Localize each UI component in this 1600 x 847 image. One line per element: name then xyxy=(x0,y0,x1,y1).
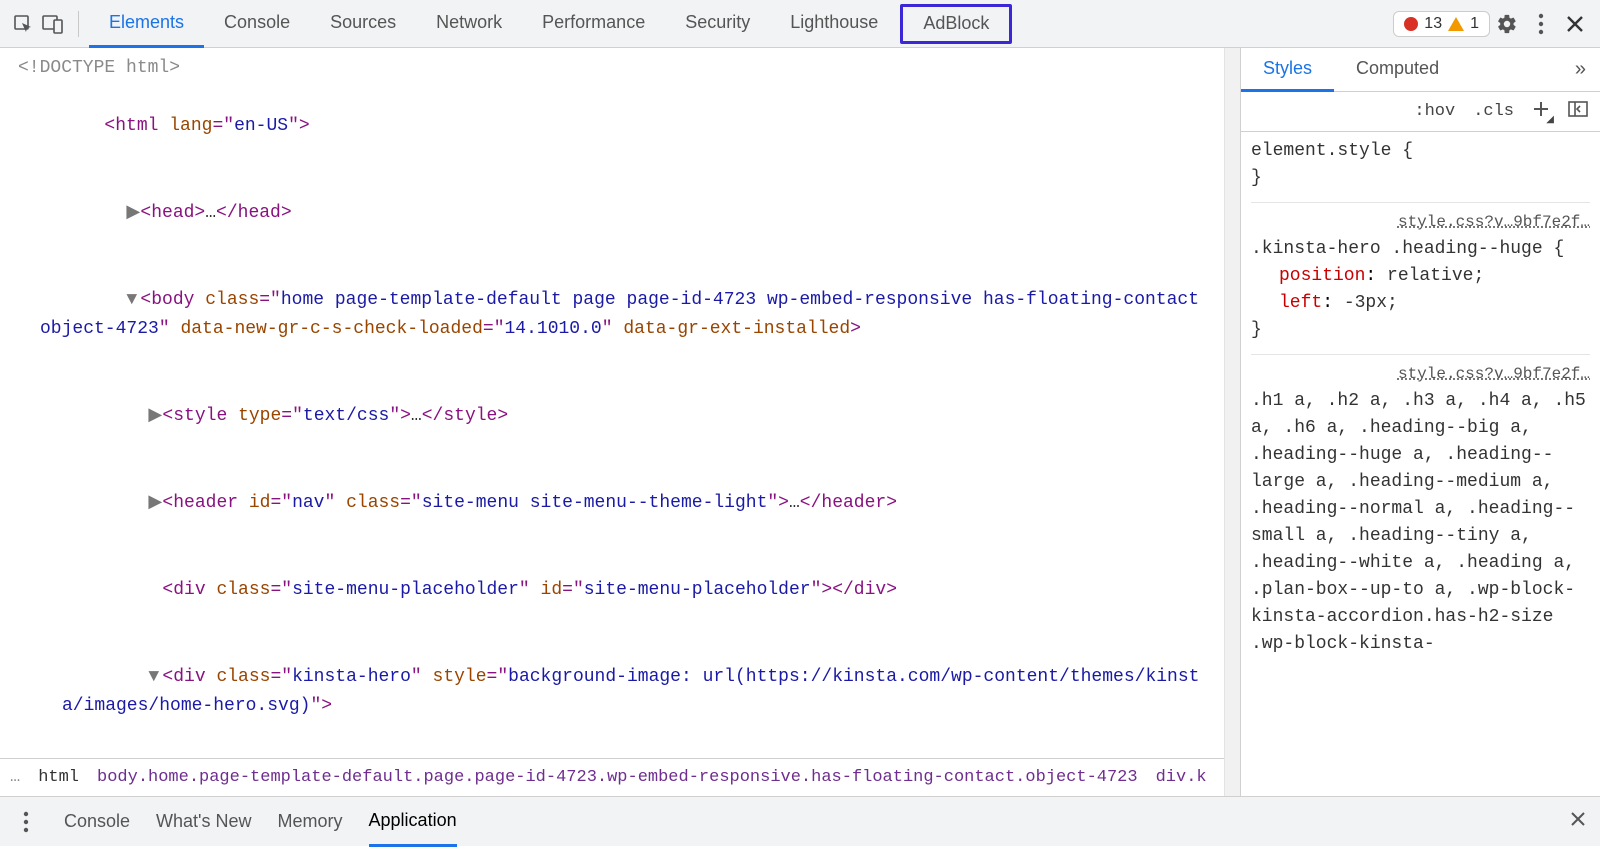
styles-rules[interactable]: element.style { } style.css?v…9bf7e2f… .… xyxy=(1241,132,1600,796)
crumb-item[interactable]: html xyxy=(38,768,79,787)
rule-close: } xyxy=(1251,165,1590,192)
close-devtools-icon[interactable] xyxy=(1558,7,1592,41)
main-split: <!DOCTYPE html> <html lang="en-US"> ▶<he… xyxy=(0,48,1600,796)
issue-counter[interactable]: 13 1 xyxy=(1393,11,1490,37)
drawer-tab-whatsnew[interactable]: What's New xyxy=(156,811,251,832)
rule-close: } xyxy=(1251,317,1590,344)
cls-toggle[interactable]: .cls xyxy=(1473,102,1514,121)
crumb-overflow-icon[interactable]: … xyxy=(10,768,20,787)
side-tabs: Styles Computed » xyxy=(1241,48,1600,92)
rule-source[interactable]: style.css?v…9bf7e2f… xyxy=(1251,209,1590,236)
elements-panel: <!DOCTYPE html> <html lang="en-US"> ▶<he… xyxy=(0,48,1224,796)
settings-icon[interactable] xyxy=(1490,7,1524,41)
toggle-sidebar-icon[interactable] xyxy=(1568,101,1588,123)
crumb-item[interactable]: body.home.page-template-default.page.pag… xyxy=(97,768,1138,787)
tab-console[interactable]: Console xyxy=(204,0,310,48)
styles-toolbar: :hov .cls ◢ xyxy=(1241,92,1600,132)
tab-security[interactable]: Security xyxy=(665,0,770,48)
rule-selector: .h1 a, .h2 a, .h3 a, .h4 a, .h5 a, .h6 a… xyxy=(1251,388,1590,658)
head-node[interactable]: ▶<head>…</head> xyxy=(18,170,1224,257)
dom-tree[interactable]: <!DOCTYPE html> <html lang="en-US"> ▶<he… xyxy=(0,48,1224,758)
hov-toggle[interactable]: :hov xyxy=(1414,102,1455,121)
device-toggle-icon[interactable] xyxy=(38,9,68,39)
styles-panel: Styles Computed » :hov .cls ◢ element.st… xyxy=(1240,48,1600,796)
error-icon xyxy=(1404,17,1418,31)
crumb-item[interactable]: div.k xyxy=(1156,768,1207,787)
drawer-tab-console[interactable]: Console xyxy=(64,811,130,832)
header-node[interactable]: ▶<header id="nav" class="site-menu site-… xyxy=(18,460,1224,547)
style-rule[interactable]: style.css?v…9bf7e2f… .kinsta-hero .headi… xyxy=(1251,202,1590,344)
error-count: 13 xyxy=(1424,15,1442,33)
tab-network[interactable]: Network xyxy=(416,0,522,48)
separator xyxy=(78,11,79,37)
drawer-close-icon[interactable] xyxy=(1570,811,1586,832)
more-icon[interactable] xyxy=(1524,7,1558,41)
drawer-tab-application[interactable]: Application xyxy=(369,797,457,847)
inspect-icon[interactable] xyxy=(8,9,38,39)
html-node[interactable]: <html lang="en-US"> xyxy=(18,83,1224,170)
tab-performance[interactable]: Performance xyxy=(522,0,665,48)
rule-selector: .kinsta-hero .heading--huge { xyxy=(1251,236,1590,263)
placeholder-node[interactable]: <div class="site-menu-placeholder" id="s… xyxy=(18,547,1224,634)
drawer: Console What's New Memory Application xyxy=(0,796,1600,846)
drawer-more-icon[interactable] xyxy=(14,811,38,833)
side-tab-styles[interactable]: Styles xyxy=(1241,48,1334,92)
doctype-node[interactable]: <!DOCTYPE html> xyxy=(18,54,1224,83)
body-node[interactable]: ▼<body class="home page-template-default… xyxy=(18,257,1224,373)
tab-lighthouse[interactable]: Lighthouse xyxy=(770,0,898,48)
hero-content-node[interactable]: ▼<div class="kinsta-hero-content color--… xyxy=(18,750,1224,758)
breadcrumb[interactable]: … html body.home.page-template-default.p… xyxy=(0,758,1224,796)
more-tabs-icon[interactable]: » xyxy=(1561,58,1600,81)
rule-source[interactable]: style.css?v…9bf7e2f… xyxy=(1251,361,1590,388)
side-tab-computed[interactable]: Computed xyxy=(1334,48,1461,92)
tab-adblock[interactable]: AdBlock xyxy=(900,4,1012,44)
rule-declaration[interactable]: position: relative; xyxy=(1251,263,1590,290)
style-node[interactable]: ▶<style type="text/css">…</style> xyxy=(18,373,1224,460)
tab-sources[interactable]: Sources xyxy=(310,0,416,48)
warning-icon xyxy=(1448,17,1464,31)
rule-selector: element.style { xyxy=(1251,138,1590,165)
drawer-tab-memory[interactable]: Memory xyxy=(278,811,343,832)
element-style-rule[interactable]: element.style { } xyxy=(1251,138,1590,192)
new-rule-icon[interactable]: ◢ xyxy=(1532,100,1550,124)
devtools-toolbar: Elements Console Sources Network Perform… xyxy=(0,0,1600,48)
tab-elements[interactable]: Elements xyxy=(89,0,204,48)
hero-node[interactable]: ▼<div class="kinsta-hero" style="backgro… xyxy=(18,634,1224,750)
style-rule[interactable]: style.css?v…9bf7e2f… .h1 a, .h2 a, .h3 a… xyxy=(1251,354,1590,658)
panel-tabs: Elements Console Sources Network Perform… xyxy=(89,0,1014,48)
rule-declaration[interactable]: left: -3px; xyxy=(1251,290,1590,317)
warning-count: 1 xyxy=(1470,15,1479,33)
scrollbar[interactable] xyxy=(1224,48,1240,796)
